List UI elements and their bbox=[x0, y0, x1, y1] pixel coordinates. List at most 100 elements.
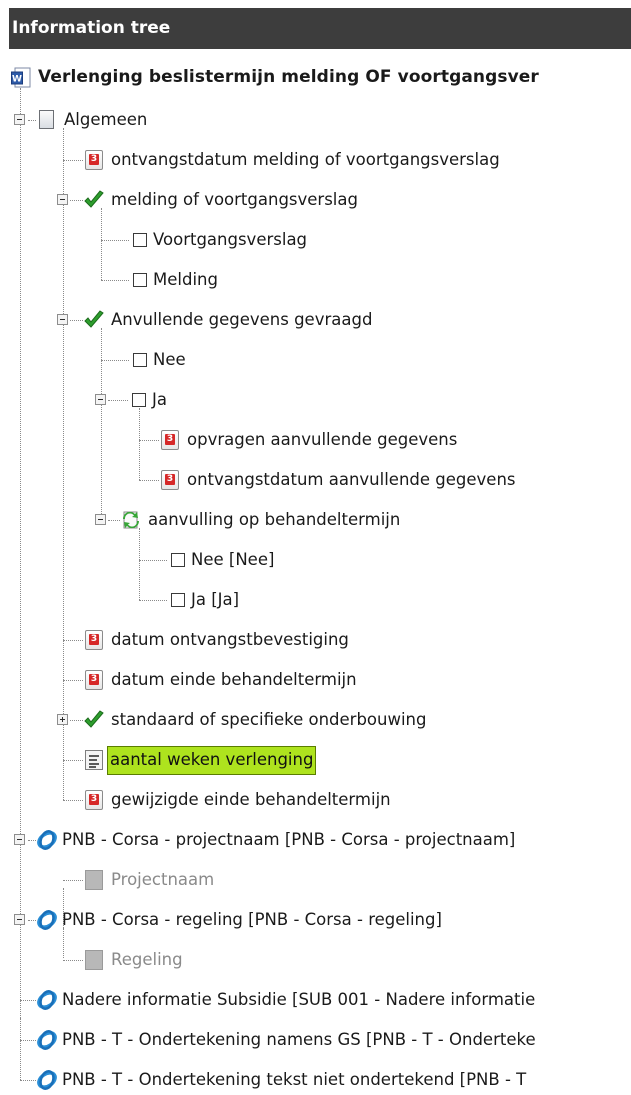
tree-line bbox=[20, 1000, 36, 1001]
tree-node-item-selected[interactable]: aantal weken verlenging bbox=[83, 745, 317, 775]
page-icon bbox=[36, 109, 58, 131]
node-label: Nee bbox=[153, 350, 186, 369]
tree-line bbox=[20, 88, 21, 1018]
tree-node-item[interactable]: 3 ontvangstdatum melding of voortgangsve… bbox=[83, 145, 500, 175]
green-check-icon bbox=[83, 189, 105, 211]
tree-line bbox=[139, 408, 140, 480]
blue-ring-icon bbox=[36, 829, 58, 851]
node-label: Anvullende gegevens gevraagd bbox=[111, 310, 373, 329]
tree-line bbox=[28, 840, 36, 841]
tree-node-item[interactable]: 3 datum einde behandeltermijn bbox=[83, 665, 357, 695]
node-label: Ja bbox=[152, 390, 167, 409]
tree-line bbox=[28, 920, 36, 921]
tree-node-item[interactable]: 3 ontvangstdatum aanvullende gegevens bbox=[159, 465, 516, 495]
tree-node-item[interactable]: melding of voortgangsverslag bbox=[83, 185, 358, 215]
node-label: PNB - T - Ondertekening tekst niet onder… bbox=[62, 1070, 527, 1089]
collapse-toggle-projectnaam[interactable] bbox=[14, 834, 25, 845]
tree-node-item[interactable]: PNB - T - Ondertekening tekst niet onder… bbox=[36, 1065, 526, 1095]
tree-line bbox=[70, 720, 83, 721]
tree-line bbox=[20, 1018, 21, 1080]
node-label: Nadere informatie Subsidie [SUB 001 - Na… bbox=[62, 990, 536, 1009]
tree-line bbox=[139, 480, 159, 481]
tree-node-item[interactable]: Ja bbox=[128, 385, 167, 415]
node-label: Voortgangsverslag bbox=[153, 230, 308, 249]
tree-line bbox=[20, 1040, 36, 1041]
tree-node-item[interactable]: 3 opvragen aanvullende gegevens bbox=[159, 425, 457, 455]
checkbox-icon bbox=[129, 229, 147, 251]
collapse-toggle-melding[interactable] bbox=[57, 194, 68, 205]
tree-node-item[interactable]: Nadere informatie Subsidie [SUB 001 - Na… bbox=[36, 985, 535, 1015]
tree-line bbox=[63, 160, 83, 161]
collapse-toggle-algemeen[interactable] bbox=[14, 114, 25, 125]
red-field-icon: 3 bbox=[83, 149, 105, 171]
tree-node-item[interactable]: Regeling bbox=[83, 945, 183, 975]
node-label: PNB - Corsa - regeling [PNB - Corsa - re… bbox=[62, 910, 442, 929]
tree-line bbox=[108, 520, 120, 521]
collapse-toggle-regeling[interactable] bbox=[14, 914, 25, 925]
tree-line bbox=[101, 360, 129, 361]
tree-node-algemeen[interactable]: Algemeen bbox=[36, 105, 147, 135]
blue-ring-icon bbox=[36, 1029, 58, 1051]
node-label: datum einde behandeltermijn bbox=[111, 670, 357, 689]
node-label: PNB - T - Ondertekening namens GS [PNB -… bbox=[62, 1030, 536, 1049]
tree-node-item[interactable]: Projectnaam bbox=[83, 865, 214, 895]
tree-node-item[interactable]: 3 datum ontvangstbevestiging bbox=[83, 625, 349, 655]
tree-line bbox=[70, 320, 83, 321]
tree-node-item[interactable]: Nee bbox=[129, 345, 186, 375]
green-check-icon bbox=[83, 309, 105, 331]
tree-node-item[interactable]: PNB - T - Ondertekening namens GS [PNB -… bbox=[36, 1025, 536, 1055]
blue-ring-icon bbox=[36, 909, 58, 931]
node-label: melding of voortgangsverslag bbox=[111, 190, 358, 209]
red-field-icon: 3 bbox=[83, 629, 105, 651]
tree-line bbox=[63, 680, 83, 681]
node-label: gewijzigde einde behandeltermijn bbox=[111, 790, 391, 809]
collapse-toggle-aanvulling[interactable] bbox=[95, 514, 106, 525]
tree-node-item[interactable]: Melding bbox=[129, 265, 218, 295]
green-check-icon bbox=[83, 709, 105, 731]
node-label: Algemeen bbox=[64, 110, 148, 129]
tree-line bbox=[63, 800, 83, 801]
text-field-icon bbox=[83, 749, 105, 771]
node-label: PNB - Corsa - projectnaam [PNB - Corsa -… bbox=[62, 830, 516, 849]
grey-field-icon bbox=[83, 949, 105, 971]
tree-node-item[interactable]: Nee [Nee] bbox=[167, 545, 274, 575]
blue-ring-icon bbox=[36, 989, 58, 1011]
red-field-icon: 3 bbox=[83, 669, 105, 691]
tree-line bbox=[139, 528, 140, 600]
tree-node-item[interactable]: aanvulling op behandeltermijn bbox=[120, 505, 400, 535]
blue-ring-icon bbox=[36, 1069, 58, 1091]
checkbox-icon bbox=[129, 349, 147, 371]
collapse-toggle-ja[interactable] bbox=[95, 394, 106, 405]
word-document-icon: W bbox=[10, 66, 32, 88]
tree-node-item[interactable]: Voortgangsverslag bbox=[129, 225, 307, 255]
red-field-icon: 3 bbox=[159, 429, 181, 451]
tree-line bbox=[63, 128, 64, 800]
tree-line bbox=[139, 560, 167, 561]
root-label: Verlenging beslistermijn melding OF voor… bbox=[38, 67, 539, 87]
grey-field-icon bbox=[83, 869, 105, 891]
tree-node-item[interactable]: PNB - Corsa - regeling [PNB - Corsa - re… bbox=[36, 905, 442, 935]
checkbox-icon bbox=[167, 589, 185, 611]
tree-line bbox=[139, 440, 159, 441]
tree-node-item[interactable]: 3 gewijzigde einde behandeltermijn bbox=[83, 785, 391, 815]
tree-line bbox=[101, 328, 102, 520]
tree-node-item[interactable]: Ja [Ja] bbox=[167, 585, 239, 615]
checkbox-icon bbox=[129, 269, 147, 291]
node-label: Melding bbox=[153, 270, 218, 289]
tree-node-item[interactable]: Anvullende gegevens gevraagd bbox=[83, 305, 372, 335]
expand-toggle-standaard[interactable] bbox=[57, 714, 68, 725]
tree-line bbox=[101, 240, 129, 241]
tree-node-item[interactable]: PNB - Corsa - projectnaam [PNB - Corsa -… bbox=[36, 825, 515, 855]
tree-line bbox=[63, 760, 83, 761]
node-label: standaard of specifieke onderbouwing bbox=[111, 710, 427, 729]
node-label: aanvulling op behandeltermijn bbox=[148, 510, 401, 529]
tree-line bbox=[101, 280, 129, 281]
node-label: Nee [Nee] bbox=[191, 550, 275, 569]
collapse-toggle-anvullende[interactable] bbox=[57, 314, 68, 325]
tree-line bbox=[139, 600, 167, 601]
node-label-selected: aantal weken verlenging bbox=[107, 745, 317, 775]
tree-node-item[interactable]: standaard of specifieke onderbouwing bbox=[83, 705, 426, 735]
checkbox-icon bbox=[128, 389, 146, 411]
tree-node-root[interactable]: W Verlenging beslistermijn melding OF vo… bbox=[10, 62, 539, 92]
tree-line bbox=[108, 400, 128, 401]
